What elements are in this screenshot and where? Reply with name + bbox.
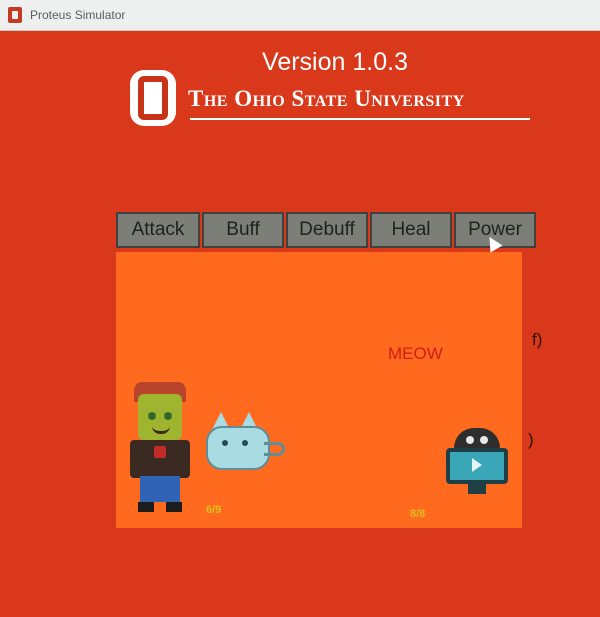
meow-text: MEOW xyxy=(388,344,443,363)
window-titlebar: Proteus Simulator xyxy=(0,0,600,31)
university-wordmark: The Ohio State University xyxy=(188,86,465,111)
edge-text-2: ) xyxy=(528,430,534,449)
tab-buff[interactable]: Buff xyxy=(202,212,284,248)
cat-sprite-icon xyxy=(206,410,285,470)
player-hp-label: 6/9 xyxy=(206,504,222,516)
app-icon xyxy=(8,7,22,23)
tab-debuff[interactable]: Debuff xyxy=(286,212,368,248)
player-sprite-icon xyxy=(130,382,190,514)
version-label: Version 1.0.3 xyxy=(262,48,408,76)
block-o-logo-icon xyxy=(130,70,176,126)
action-tabs: Attack Buff Debuff Heal Power xyxy=(116,212,538,252)
wordmark-underline xyxy=(190,118,530,120)
tab-attack[interactable]: Attack xyxy=(116,212,200,248)
enemy-hp-label: 8/8 xyxy=(410,508,426,520)
robot-sprite-icon xyxy=(446,428,508,494)
window-title: Proteus Simulator xyxy=(30,8,126,22)
edge-text-1: f) xyxy=(532,330,543,349)
tab-heal[interactable]: Heal xyxy=(370,212,452,248)
